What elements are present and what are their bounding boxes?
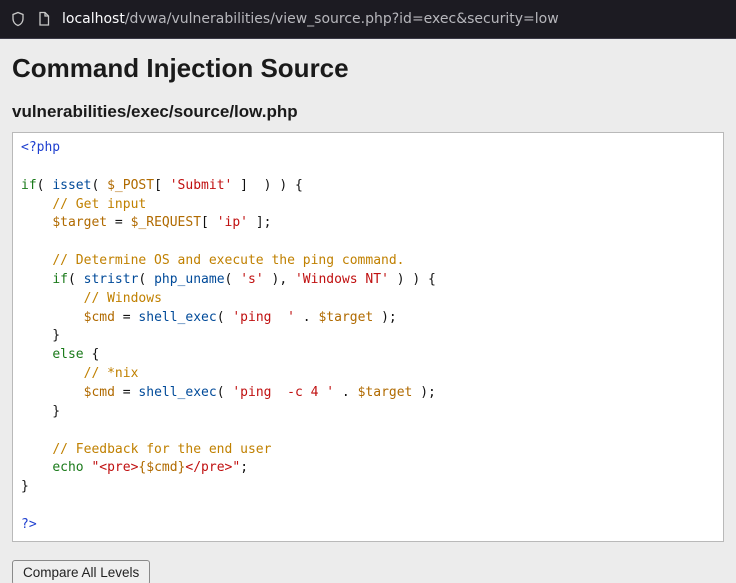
browser-toolbar: localhost/dvwa/vulnerabilities/view_sour… [0, 0, 736, 38]
source-code-block: <?php if( isset( $_POST[ 'Submit' ] ) ) … [12, 132, 724, 542]
compare-all-levels-button[interactable]: Compare All Levels [12, 560, 150, 583]
php-open-tag: <?php [21, 140, 60, 155]
url-host: localhost [62, 11, 125, 27]
php-close-tag: ?> [21, 517, 37, 532]
url-bar[interactable]: localhost/dvwa/vulnerabilities/view_sour… [62, 11, 559, 27]
page-icon [36, 11, 52, 27]
page-content: Command Injection Source vulnerabilities… [0, 38, 736, 583]
url-path: /dvwa/vulnerabilities/view_source.php?id… [125, 11, 559, 27]
page-subtitle: vulnerabilities/exec/source/low.php [12, 102, 724, 122]
shield-icon [10, 11, 26, 27]
page-title: Command Injection Source [12, 53, 724, 84]
